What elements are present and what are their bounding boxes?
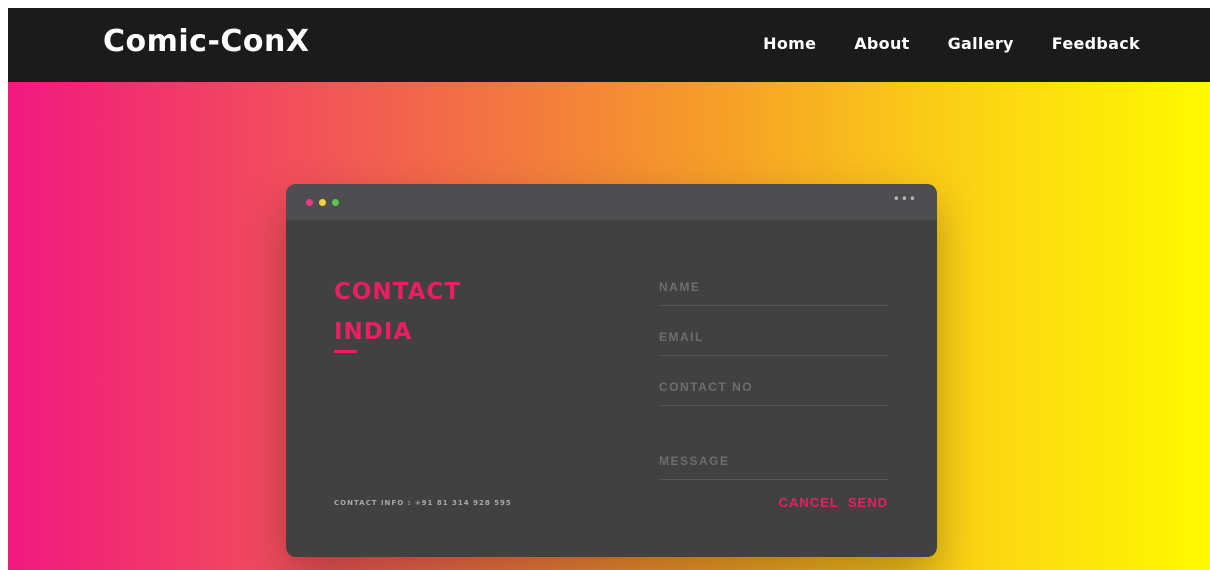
- window-dot-yellow-icon: [319, 199, 326, 206]
- page: Comic-ConX Home About Gallery Feedback •…: [8, 8, 1210, 570]
- email-input[interactable]: [659, 327, 888, 356]
- main-nav: Home About Gallery Feedback: [725, 34, 1140, 53]
- name-input[interactable]: [659, 277, 888, 306]
- more-horizontal-icon[interactable]: •••: [893, 192, 917, 206]
- title-underline: [334, 350, 357, 353]
- nav-feedback[interactable]: Feedback: [1052, 34, 1140, 53]
- contact-card: ••• CONTACT INDIA CONTACT INFO : +91 81 …: [286, 184, 937, 557]
- contact-title-line-2: INDIA: [334, 319, 413, 345]
- nav-about[interactable]: About: [854, 34, 909, 53]
- contact-title: CONTACT INDIA: [334, 272, 461, 352]
- contact-info-text: CONTACT INFO : +91 81 314 928 595: [334, 499, 512, 507]
- form-actions: CANCEL SEND: [659, 492, 888, 511]
- brand-logo[interactable]: Comic-ConX: [103, 24, 310, 59]
- navbar: Comic-ConX Home About Gallery Feedback: [8, 8, 1210, 82]
- message-input[interactable]: [659, 451, 888, 480]
- nav-home[interactable]: Home: [763, 34, 816, 53]
- window-dot-green-icon: [332, 199, 339, 206]
- nav-gallery[interactable]: Gallery: [948, 34, 1014, 53]
- send-button[interactable]: SEND: [848, 495, 888, 510]
- contact-number-input[interactable]: [659, 377, 888, 406]
- window-dot-pink-icon: [306, 199, 313, 206]
- hero-gradient: ••• CONTACT INDIA CONTACT INFO : +91 81 …: [8, 82, 1210, 570]
- cancel-button[interactable]: CANCEL: [779, 495, 839, 510]
- card-window-bar: •••: [286, 184, 937, 220]
- contact-title-line-1: CONTACT: [334, 279, 461, 305]
